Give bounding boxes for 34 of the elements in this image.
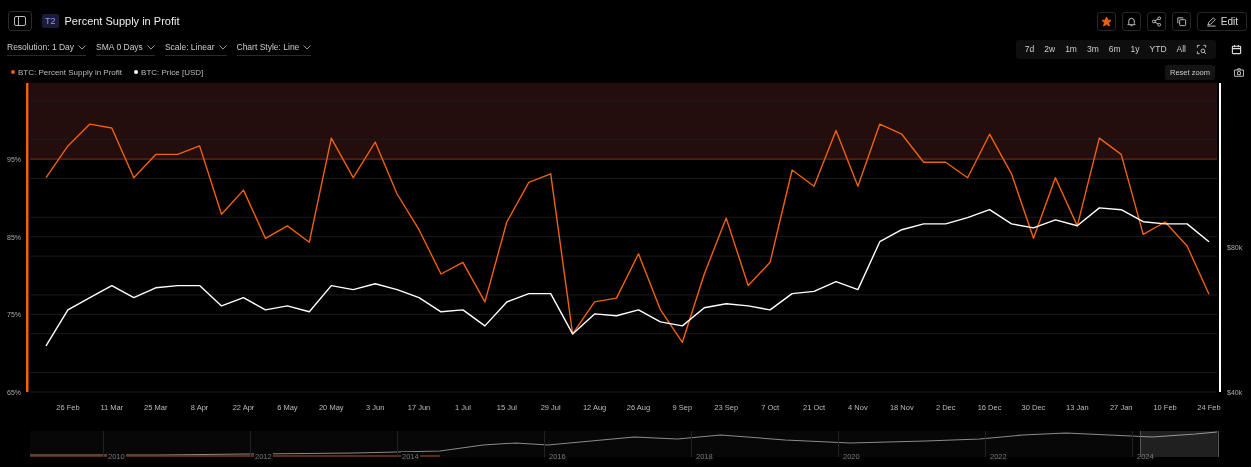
copy-icon	[1175, 15, 1187, 27]
chevron-down-icon	[78, 44, 87, 50]
dropdown[interactable]: Scale: Linear	[164, 42, 227, 56]
sidebar-toggle-button[interactable]	[8, 11, 32, 31]
legend-label[interactable]: BTC: Percent Supply in Profit	[18, 67, 123, 77]
range-button[interactable]: 1m	[1060, 39, 1082, 59]
bell-icon	[1125, 15, 1137, 27]
alert-button[interactable]	[1121, 11, 1141, 31]
range-button[interactable]: 1y	[1125, 39, 1145, 59]
chevron-down-icon	[218, 44, 227, 50]
range-button[interactable]: 7d	[1019, 39, 1040, 59]
screenshot-button[interactable]	[1233, 66, 1245, 78]
chevron-down-icon	[146, 44, 155, 50]
tier-badge: T2	[42, 14, 59, 28]
dropdown[interactable]: Resolution: 1 Day	[7, 42, 87, 56]
sidebar-icon	[14, 16, 26, 26]
dropdown[interactable]: Chart Style: Line	[236, 42, 312, 56]
range-button[interactable]: 3m	[1081, 39, 1104, 59]
range-button[interactable]: 6m	[1103, 39, 1126, 59]
chart-title: Percent Supply in Profit	[64, 15, 180, 27]
edit-button[interactable]: Edit	[1196, 11, 1247, 31]
copy-button[interactable]	[1171, 11, 1191, 31]
zoom-selection-icon	[1196, 43, 1207, 55]
range-button[interactable]: All	[1171, 39, 1191, 59]
range-button[interactable]: YTD	[1144, 39, 1172, 59]
range-button[interactable]: 2w	[1039, 39, 1061, 59]
dropdown[interactable]: SMA 0 Days	[96, 42, 155, 56]
share-icon	[1150, 15, 1162, 27]
share-button[interactable]	[1146, 11, 1166, 31]
legend-label[interactable]: BTC: Price [USD]	[141, 67, 204, 77]
camera-icon	[1234, 67, 1244, 77]
chevron-down-icon	[303, 44, 312, 50]
pencil-icon	[1205, 15, 1217, 27]
calendar-icon	[1230, 43, 1242, 55]
